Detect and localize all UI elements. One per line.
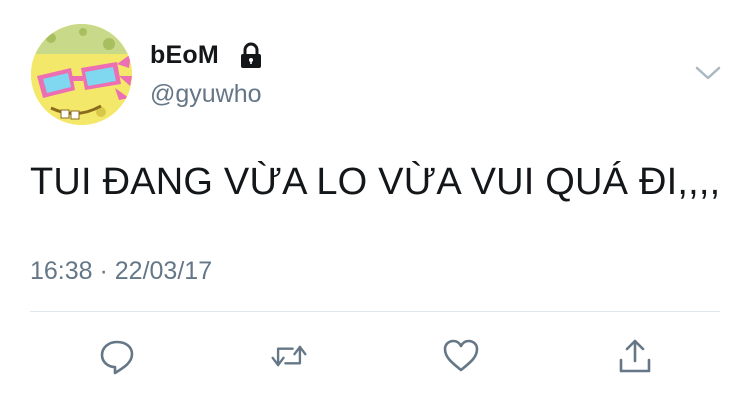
lock-icon: [241, 42, 261, 68]
heart-icon: [443, 339, 479, 372]
tweet-card: bEoM @gyuwho TUI ĐANG VỪA LO VỪA VUI QUÁ…: [0, 0, 750, 401]
reply-button[interactable]: [97, 336, 137, 376]
tweet-text: TUI ĐANG VỪA LO VỪA VUI QUÁ ĐI,,,,: [30, 161, 721, 203]
retweet-button[interactable]: [269, 336, 309, 376]
display-name[interactable]: bEoM: [150, 41, 219, 70]
chevron-down-icon[interactable]: [694, 62, 722, 84]
retweet-icon: [271, 345, 307, 367]
timestamp[interactable]: 16:38 · 22/03/17: [30, 257, 212, 286]
share-button[interactable]: [615, 336, 655, 376]
share-icon: [619, 339, 651, 373]
reply-icon: [100, 340, 134, 375]
avatar[interactable]: [31, 24, 132, 125]
like-button[interactable]: [441, 336, 481, 376]
avatar-image: [31, 24, 132, 125]
divider: [30, 311, 720, 312]
user-handle[interactable]: @gyuwho: [150, 80, 262, 109]
